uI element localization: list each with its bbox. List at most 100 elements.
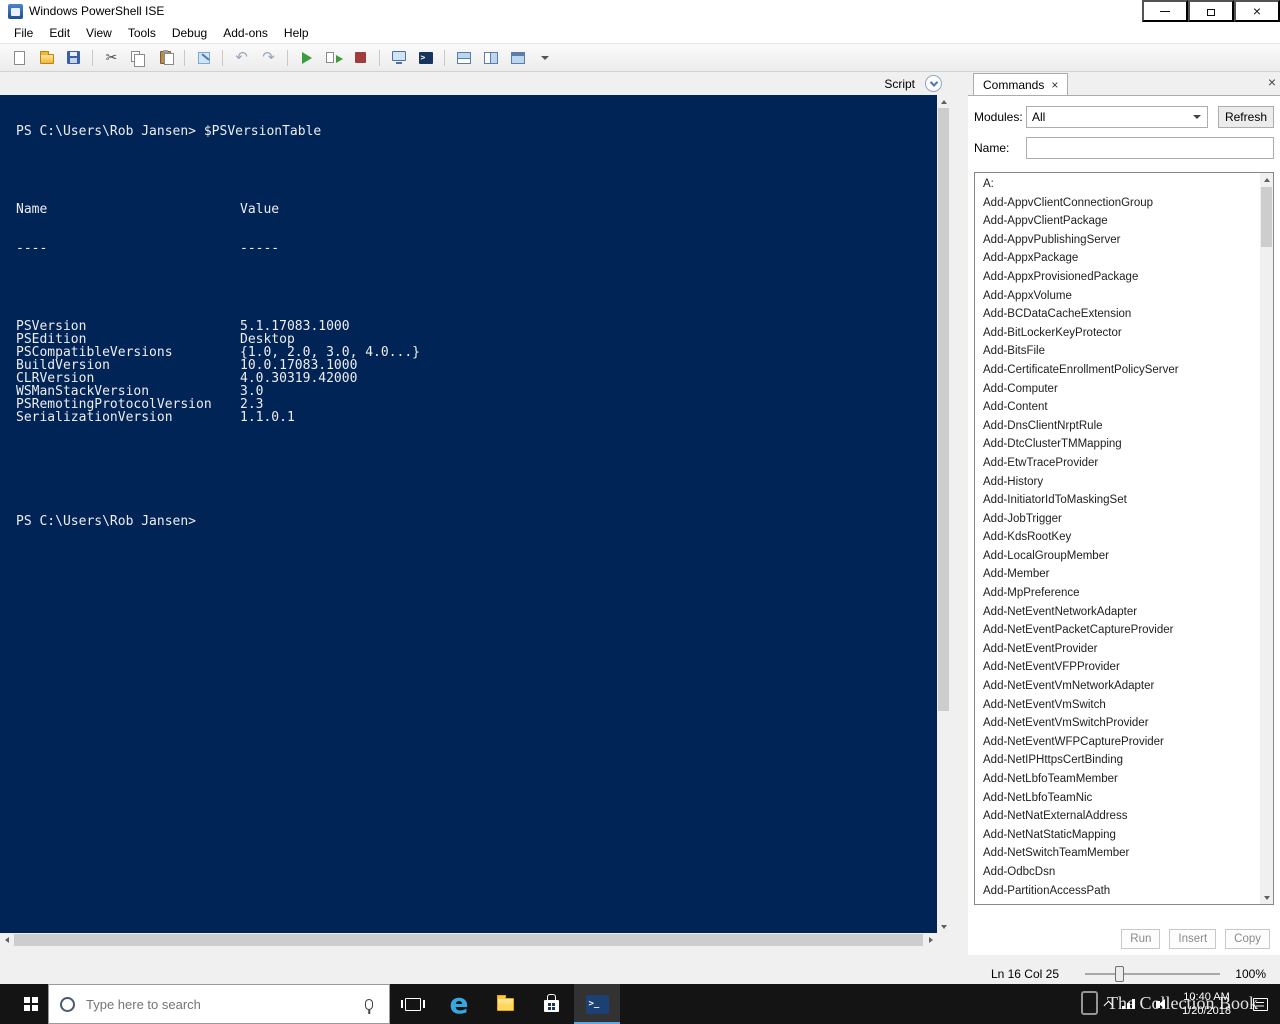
show-script-pane-right-button[interactable]	[477, 46, 504, 70]
command-list-item[interactable]: Add-Member	[975, 565, 1260, 584]
menu-item[interactable]: View	[78, 23, 120, 43]
zoom-slider[interactable]	[1085, 965, 1220, 983]
command-list-item[interactable]: Add-NetSwitchTeamMember	[975, 844, 1260, 863]
menu-item[interactable]: Debug	[164, 23, 215, 43]
microphone-icon[interactable]	[365, 998, 373, 1010]
show-script-pane-top-button[interactable]	[444, 46, 477, 70]
volume-button[interactable]	[1147, 984, 1173, 1024]
command-list-item[interactable]: Add-JobTrigger	[975, 510, 1260, 529]
new-remote-powershell-tab-button[interactable]	[379, 46, 412, 70]
open-script-button[interactable]	[33, 46, 60, 70]
search-input[interactable]	[86, 996, 365, 1012]
console-vertical-scrollbar[interactable]	[937, 95, 950, 933]
start-powershell-exe-button[interactable]	[412, 46, 439, 70]
command-list-item[interactable]: Add-MpPreference	[975, 584, 1260, 603]
name-filter-input[interactable]	[1026, 137, 1274, 159]
taskbar-clock[interactable]: 10:40 AM 1/20/2018	[1173, 990, 1240, 1018]
zoom-slider-thumb[interactable]	[1114, 965, 1124, 982]
command-list-item[interactable]: Add-NetNatStaticMapping	[975, 826, 1260, 845]
command-list-item[interactable]: Add-EtwTraceProvider	[975, 454, 1260, 473]
command-list-item[interactable]: Add-KdsRootKey	[975, 528, 1260, 547]
copy-button[interactable]	[125, 46, 152, 70]
command-list-item[interactable]: Add-NetEventVmNetworkAdapter	[975, 677, 1260, 696]
scrollbar-thumb[interactable]	[14, 934, 923, 946]
command-list-item[interactable]: Add-AppxPackage	[975, 249, 1260, 268]
scroll-down-button[interactable]	[937, 920, 950, 933]
command-list-item[interactable]: Add-History	[975, 473, 1260, 492]
run-script-button[interactable]	[287, 46, 320, 70]
close-button[interactable]: ×	[1234, 0, 1280, 22]
scroll-left-button[interactable]	[0, 933, 13, 947]
command-list-item[interactable]: Add-LocalGroupMember	[975, 547, 1260, 566]
command-list-item[interactable]: Add-DtcClusterTMMapping	[975, 435, 1260, 454]
powershell-button[interactable]	[574, 984, 620, 1024]
command-list-item[interactable]: Add-CertificateEnrollmentPolicyServer	[975, 361, 1260, 380]
command-list-item[interactable]: Add-NetEventVFPProvider	[975, 658, 1260, 677]
scroll-down-button[interactable]	[1260, 891, 1273, 904]
clear-console-button[interactable]	[184, 46, 217, 70]
command-list-item[interactable]: Add-NetEventVmSwitch	[975, 696, 1260, 715]
command-list-item[interactable]: Add-BitLockerKeyProtector	[975, 324, 1260, 343]
menu-item[interactable]: File	[6, 23, 41, 43]
refresh-button[interactable]: Refresh	[1217, 106, 1274, 128]
copy-button[interactable]: Copy	[1225, 929, 1270, 949]
minimize-button[interactable]	[1142, 0, 1188, 22]
command-list-item[interactable]: Add-Content	[975, 398, 1260, 417]
expand-script-pane-button[interactable]	[925, 75, 942, 92]
taskbar-search[interactable]	[48, 984, 390, 1024]
command-list-item[interactable]: Add-NetEventProvider	[975, 640, 1260, 659]
modules-dropdown[interactable]: All	[1026, 106, 1208, 128]
command-list-item[interactable]: Add-AppxProvisionedPackage	[975, 268, 1260, 287]
close-commands-tab-icon[interactable]: ×	[1051, 79, 1058, 91]
menu-item[interactable]: Tools	[120, 23, 164, 43]
show-script-pane-max-button[interactable]	[504, 46, 531, 70]
tab-commands[interactable]: Commands ×	[973, 73, 1069, 95]
command-list-item[interactable]: Add-DnsClientNrptRule	[975, 417, 1260, 436]
scrollbar-thumb[interactable]	[938, 108, 949, 712]
command-list-item[interactable]: Add-BitsFile	[975, 342, 1260, 361]
command-list-item[interactable]: Add-Computer	[975, 380, 1260, 399]
menu-item[interactable]: Add-ons	[215, 23, 276, 43]
run-selection-button[interactable]	[320, 46, 347, 70]
scroll-up-button[interactable]	[1260, 173, 1273, 186]
script-pane-label[interactable]: Script	[884, 77, 915, 91]
command-list-item[interactable]: Add-BCDataCacheExtension	[975, 305, 1260, 324]
menu-item[interactable]: Edit	[41, 23, 78, 43]
command-list-item[interactable]: Add-NetEventPacketCaptureProvider	[975, 621, 1260, 640]
run-button[interactable]: Run	[1121, 929, 1161, 949]
save-button[interactable]	[60, 46, 87, 70]
console-output[interactable]: PS C:\Users\Rob Jansen> $PSVersionTable …	[0, 95, 937, 933]
store-button[interactable]	[528, 984, 574, 1024]
command-list-item[interactable]: Add-NetIPHttpsCertBinding	[975, 751, 1260, 770]
command-list-item[interactable]: A:	[975, 175, 1260, 194]
command-list-item[interactable]: Add-NetLbfoTeamNic	[975, 789, 1260, 808]
action-center-button[interactable]	[1240, 984, 1280, 1024]
stop-operation-button[interactable]	[347, 46, 374, 70]
console-pane[interactable]: PS C:\Users\Rob Jansen> $PSVersionTable …	[0, 95, 950, 947]
task-view-button[interactable]	[390, 984, 436, 1024]
toolbar-overflow-button[interactable]	[537, 46, 553, 70]
command-list-item[interactable]: Add-NetEventWFPCaptureProvider	[975, 733, 1260, 752]
command-list-item[interactable]: Add-AppxVolume	[975, 287, 1260, 306]
command-list-item[interactable]: Add-OdbcDsn	[975, 863, 1260, 882]
command-list-item[interactable]: Add-AppvClientConnectionGroup	[975, 194, 1260, 213]
commands-list-scrollbar[interactable]	[1260, 173, 1273, 904]
command-list-item[interactable]: Add-NetEventNetworkAdapter	[975, 603, 1260, 622]
scroll-up-button[interactable]	[937, 95, 950, 108]
tray-expand-button[interactable]	[1095, 984, 1121, 1024]
file-explorer-button[interactable]	[482, 984, 528, 1024]
insert-button[interactable]: Insert	[1169, 929, 1217, 949]
edge-button[interactable]	[436, 984, 482, 1024]
start-button[interactable]	[0, 984, 48, 1024]
scrollbar-thumb[interactable]	[1261, 187, 1272, 247]
undo-button[interactable]	[222, 46, 255, 70]
command-list-item[interactable]: Add-NetLbfoTeamMember	[975, 770, 1260, 789]
network-button[interactable]	[1121, 984, 1147, 1024]
command-list-item[interactable]: Add-InitiatorIdToMaskingSet	[975, 491, 1260, 510]
command-list-item[interactable]: Add-NetNatExternalAddress	[975, 807, 1260, 826]
restore-button[interactable]	[1188, 0, 1234, 22]
cut-button[interactable]	[92, 46, 125, 70]
command-list-item[interactable]: Add-PartitionAccessPath	[975, 882, 1260, 901]
console-horizontal-scrollbar[interactable]	[0, 933, 937, 947]
menu-item[interactable]: Help	[276, 23, 317, 43]
